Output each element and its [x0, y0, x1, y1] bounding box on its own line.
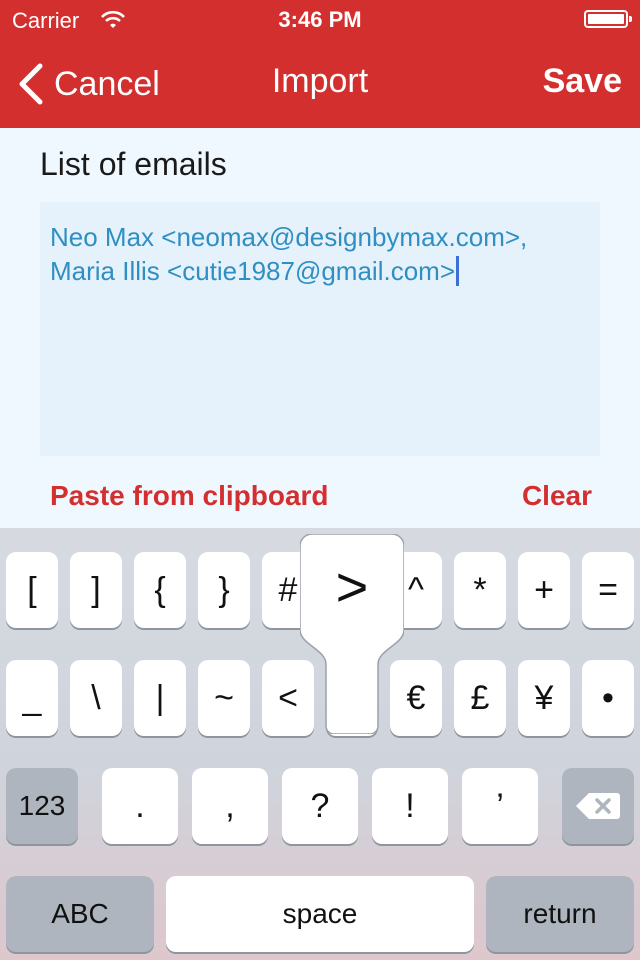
key-exclamation[interactable]: ! [372, 768, 448, 844]
navigation-bar: Cancel Import Save [0, 40, 640, 128]
key-period[interactable]: . [102, 768, 178, 844]
delete-key[interactable] [562, 768, 634, 844]
save-button[interactable]: Save [543, 62, 622, 101]
status-bar: Carrier 3:46 PM [0, 0, 640, 40]
key-open-bracket[interactable]: [ [6, 552, 58, 628]
numbers-key[interactable]: 123 [6, 768, 78, 844]
key-preview-char: > [335, 555, 369, 618]
text-cursor [456, 256, 460, 286]
field-actions: Paste from clipboard Clear [0, 476, 640, 522]
key-pipe[interactable]: | [134, 660, 186, 736]
abc-key[interactable]: ABC [6, 876, 154, 952]
key-yen[interactable]: ¥ [518, 660, 570, 736]
emails-textarea[interactable]: Neo Max <neomax@designbymax.com>, Maria … [40, 202, 600, 456]
backspace-icon [576, 793, 620, 819]
key-underscore[interactable]: _ [6, 660, 58, 736]
key-close-bracket[interactable]: ] [70, 552, 122, 628]
space-key[interactable]: space [166, 876, 474, 952]
key-equals[interactable]: = [582, 552, 634, 628]
status-time: 3:46 PM [278, 7, 362, 32]
key-bullet[interactable]: • [582, 660, 634, 736]
key-open-brace[interactable]: { [134, 552, 186, 628]
return-key[interactable]: return [486, 876, 634, 952]
key-backslash[interactable]: \ [70, 660, 122, 736]
email-line-with-cursor: Maria Illis <cutie1987@gmail.com> [50, 254, 590, 288]
key-pound[interactable]: £ [454, 660, 506, 736]
paste-from-clipboard-button[interactable]: Paste from clipboard [50, 480, 329, 512]
key-close-brace[interactable]: } [198, 552, 250, 628]
key-asterisk[interactable]: * [454, 552, 506, 628]
key-question[interactable]: ? [282, 768, 358, 844]
key-apostrophe[interactable]: ’ [462, 768, 538, 844]
key-plus[interactable]: + [518, 552, 570, 628]
emails-label: List of emails [40, 146, 227, 182]
key-tilde[interactable]: ~ [198, 660, 250, 736]
key-comma[interactable]: , [192, 768, 268, 844]
email-line: Maria Illis <cutie1987@gmail.com> [50, 256, 456, 286]
clear-button[interactable]: Clear [522, 480, 592, 512]
email-line: Neo Max <neomax@designbymax.com>, [50, 222, 528, 252]
battery-icon [584, 10, 632, 28]
